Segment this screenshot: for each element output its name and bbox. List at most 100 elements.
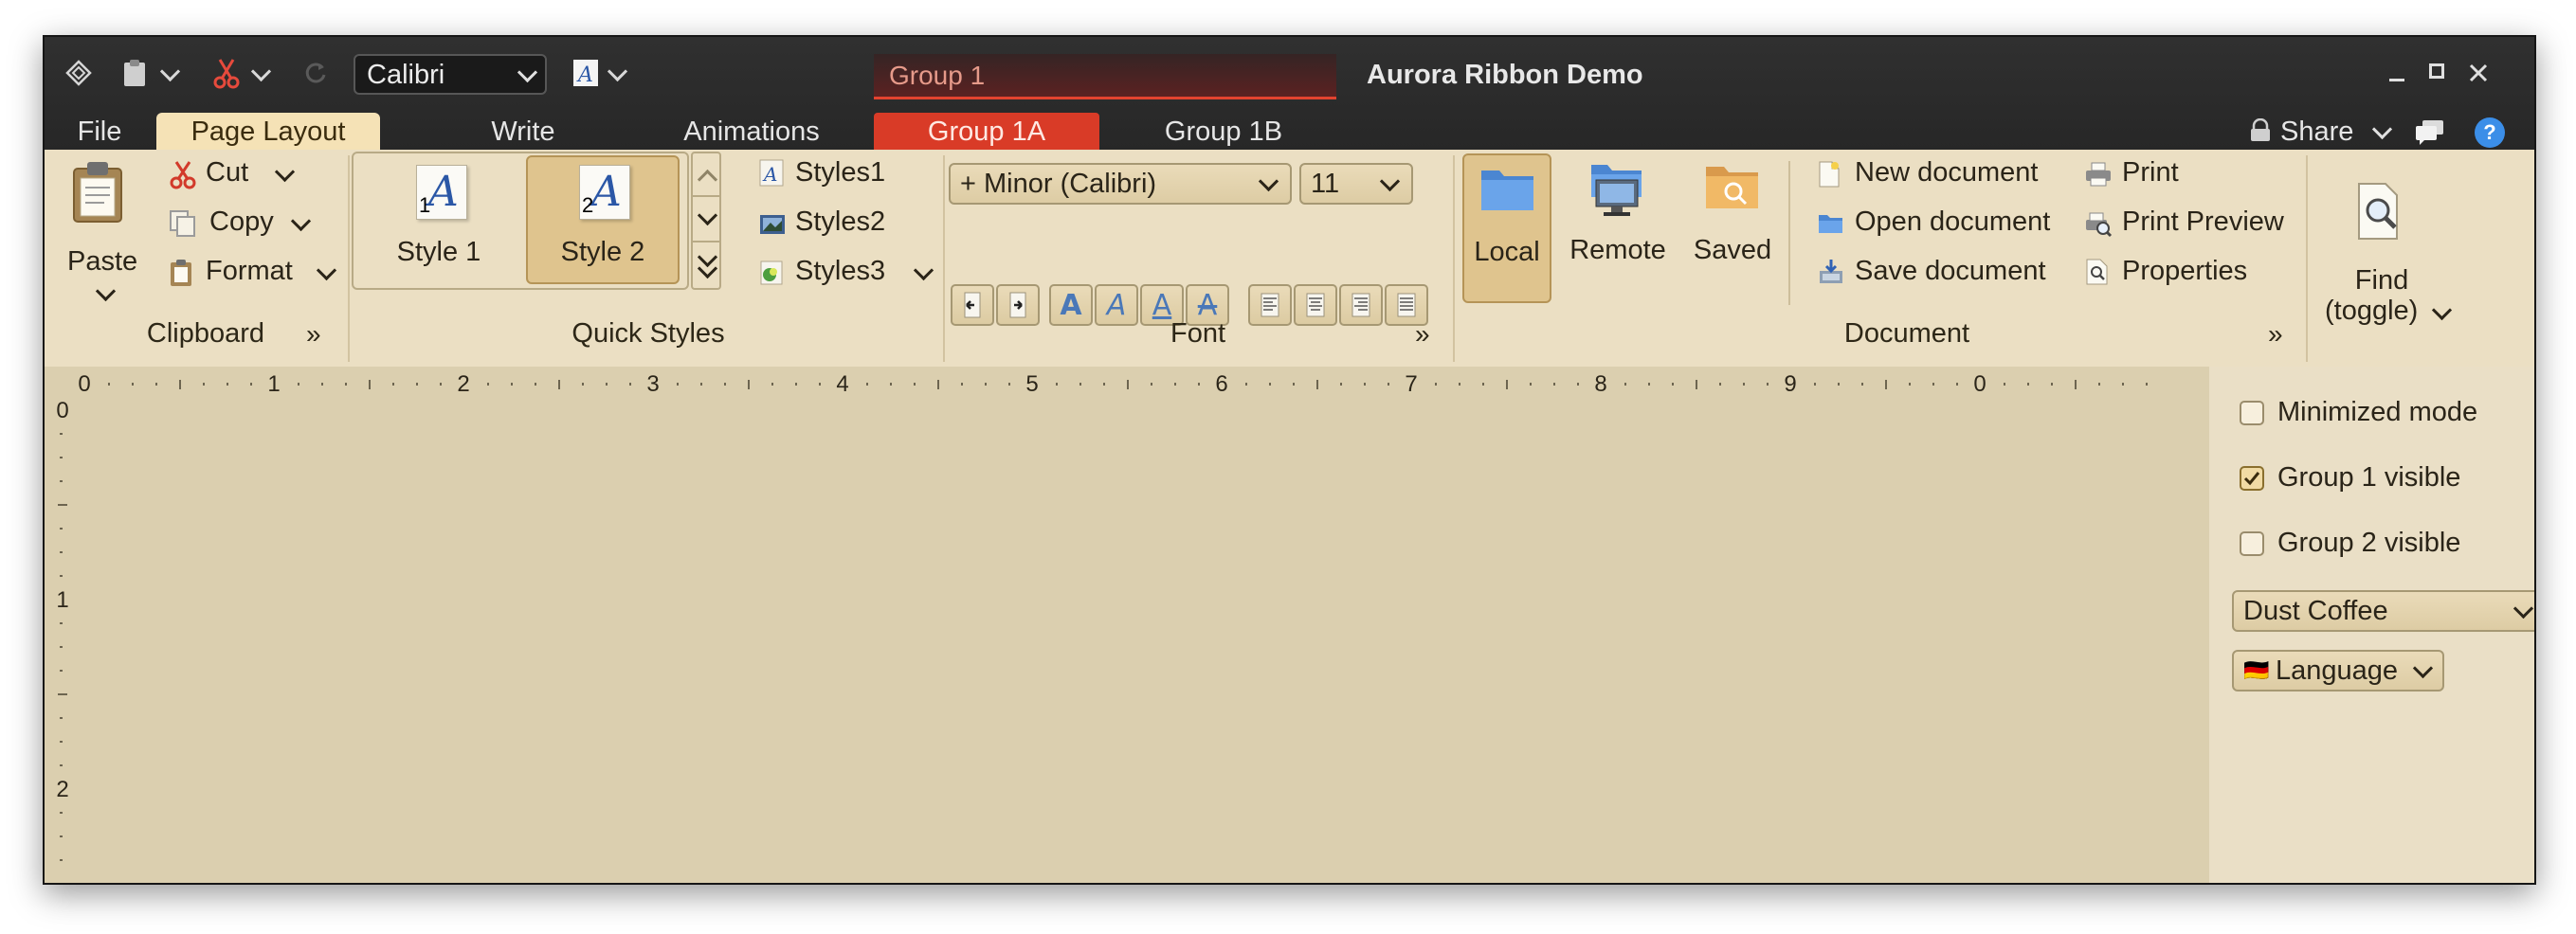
save-document-button[interactable]: Save document (1817, 254, 2092, 296)
ruler-tick (60, 835, 63, 837)
qat-font-combo[interactable]: Calibri (354, 54, 547, 95)
find-toggle-button[interactable]: Find (toggle) (2315, 153, 2453, 352)
ruler-tick (1316, 380, 1318, 389)
ruler-tick (487, 383, 489, 386)
ruler-tick (1672, 383, 1674, 386)
ruler-label: 1 (267, 371, 280, 397)
ruler-tick (1553, 383, 1555, 386)
print-preview-button[interactable]: Print Preview (2084, 205, 2312, 246)
styles1-item[interactable]: A Styles1 (759, 153, 901, 195)
ruler-tick (1719, 383, 1721, 386)
cut-icon[interactable] (209, 54, 244, 92)
tab-page-layout[interactable]: Page Layout (156, 113, 380, 151)
style-2-item[interactable]: A 2 Style 2 (526, 155, 680, 284)
ruler-tick (1885, 380, 1887, 389)
ruler-tick (1838, 383, 1840, 386)
ruler-tick (179, 380, 181, 389)
app-window: Calibri A Group 1 Aurora Ribbon Demo Fil… (43, 35, 2536, 885)
ruler-tick (392, 383, 394, 386)
style-1-item[interactable]: A 1 Style 1 (357, 155, 520, 284)
gallery-scroll-up-button[interactable] (691, 152, 721, 197)
maximize-button[interactable] (2420, 54, 2458, 92)
saved-label: Saved (1693, 235, 1772, 265)
saved-folder-icon (1706, 167, 1758, 208)
separator (943, 155, 945, 362)
print-button[interactable]: Print (2084, 153, 2274, 195)
ruler-tick (1198, 383, 1200, 386)
ruler-tick (1624, 383, 1626, 386)
quick-styles-group-label: Quick Styles (571, 318, 725, 349)
open-document-button[interactable]: Open document (1817, 205, 2101, 246)
group1-visible-checkbox[interactable]: Group 1 visible (2240, 460, 2524, 498)
paste-dropdown-chevron-icon[interactable] (159, 61, 181, 82)
local-folder-icon (1481, 171, 1533, 210)
tab-group-1b[interactable]: Group 1B (1111, 113, 1336, 151)
font-style-icon[interactable]: A (570, 54, 602, 92)
tab-group-1a[interactable]: Group 1A (874, 113, 1099, 151)
ruler-label: 3 (646, 371, 659, 397)
document-workspace[interactable]: 0 1 2 3 4 5 6 7 8 9 0 0 1 2 (45, 367, 2209, 883)
clipboard-launcher-icon[interactable]: » (306, 321, 321, 348)
ruler-tick (155, 383, 157, 386)
gallery-scroll-down-button[interactable] (691, 197, 721, 242)
print-label: Print (2122, 157, 2179, 188)
style-1-number: 1 (419, 193, 431, 217)
format-button[interactable]: Format (168, 254, 344, 296)
ruler-tick (1008, 383, 1010, 386)
cut-dropdown-chevron-icon[interactable] (250, 61, 272, 82)
comments-icon[interactable] (2414, 118, 2446, 147)
gallery-expand-button[interactable] (691, 242, 721, 290)
refresh-icon[interactable] (300, 54, 331, 92)
remote-folder-icon (1591, 165, 1642, 216)
new-document-button[interactable]: New document (1817, 153, 2073, 195)
properties-button[interactable]: Properties (2084, 254, 2274, 296)
minimized-mode-checkbox[interactable]: Minimized mode (2240, 395, 2524, 433)
paste-icon[interactable] (118, 54, 153, 92)
language-selector[interactable]: 🇩🇪 Language (2232, 650, 2444, 692)
style-2-thumbnail: A 2 (579, 165, 630, 220)
font-style-chevron-icon[interactable] (607, 61, 628, 82)
ruler-tick (1482, 383, 1484, 386)
font-name-value: + Minor (Calibri) (960, 169, 1157, 199)
ruler-tick (60, 575, 63, 577)
tab-write[interactable]: Write (443, 113, 604, 151)
share-label: Share (2280, 117, 2354, 147)
minimize-button[interactable] (2378, 54, 2416, 92)
styles3-label: Styles3 (795, 256, 886, 286)
ruler-tick (60, 528, 63, 530)
font-name-combo[interactable]: + Minor (Calibri) (949, 163, 1292, 205)
group1-visible-label: Group 1 visible (2277, 462, 2461, 493)
ruler-label: 4 (836, 371, 848, 397)
skin-chevron-icon (2513, 598, 2534, 620)
group2-visible-checkbox[interactable]: Group 2 visible (2240, 526, 2524, 564)
font-size-combo[interactable]: 11 (1299, 163, 1413, 205)
location-remote-button[interactable]: Remote (1561, 153, 1675, 303)
skin-value: Dust Coffee (2243, 596, 2388, 626)
skin-selector[interactable]: Dust Coffee (2232, 590, 2534, 632)
ruler-tick (416, 383, 418, 386)
ruler-tick (1079, 383, 1081, 386)
location-local-button[interactable]: Local (1462, 153, 1551, 303)
copy-icon (170, 210, 195, 237)
tab-file[interactable]: File (63, 113, 136, 151)
expand-chevron-icon-2 (697, 258, 718, 279)
cut-button[interactable]: Cut (168, 153, 300, 195)
document-launcher-icon[interactable]: » (2268, 321, 2283, 348)
ribbon-diamond-icon[interactable] (60, 54, 98, 92)
tab-page-layout-label: Page Layout (190, 117, 346, 147)
tab-animations[interactable]: Animations (640, 113, 863, 151)
close-button[interactable] (2459, 54, 2497, 92)
ruler-tick (1388, 383, 1389, 386)
font-launcher-icon[interactable]: » (1415, 321, 1430, 348)
styles2-item[interactable]: Styles2 (759, 205, 901, 246)
ruler-tick (345, 383, 347, 386)
styles3-item[interactable]: Styles3 (759, 254, 939, 296)
qat-font-value: Calibri (367, 60, 445, 90)
ruler-tick (511, 383, 513, 386)
ruler-tick (1814, 383, 1816, 386)
help-icon[interactable]: ? (2475, 117, 2505, 148)
location-saved-button[interactable]: Saved (1684, 153, 1781, 303)
paste-button[interactable]: Paste (56, 155, 139, 302)
tab-file-label: File (77, 117, 122, 147)
copy-button[interactable]: Copy (168, 205, 319, 246)
